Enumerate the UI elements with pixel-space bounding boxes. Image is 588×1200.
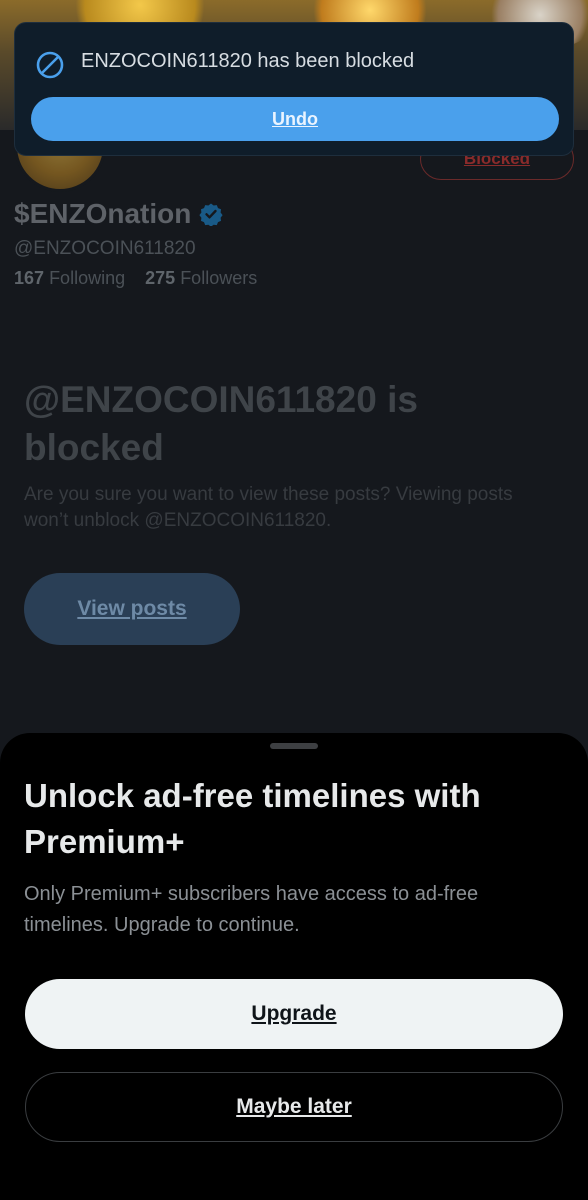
blocked-circle-icon [36,51,64,79]
sheet-description: Only Premium+ subscribers have access to… [24,883,479,936]
toast-message: ENZOCOIN611820 has been blocked [81,50,415,72]
maybe-later-button[interactable]: Maybe later [25,1072,563,1142]
verified-badge-icon [199,203,223,226]
following-link[interactable]: 167 Following [14,268,125,288]
blocked-description: Are you sure you want to view these post… [24,484,513,531]
followers-link[interactable]: 275 Followers [145,268,257,288]
blocked-toast: ENZOCOIN611820 has been blocked Undo [14,22,574,156]
followers-label: Followers [180,268,258,288]
upgrade-button[interactable]: Upgrade [25,979,563,1049]
view-posts-button[interactable]: View posts [24,573,240,645]
follow-stats: 167 Following 275 Followers [14,268,257,289]
sheet-title: Unlock ad-free timelines with Premium+ [24,777,481,860]
following-label: Following [49,268,126,288]
profile-handle: @ENZOCOIN611820 [14,238,196,259]
blocked-title: @ENZOCOIN611820 is blocked [24,379,418,468]
followers-count: 275 [145,268,176,288]
sheet-drag-handle[interactable] [270,743,318,749]
undo-button[interactable]: Undo [31,97,559,141]
profile-name-row: $ENZOnation [14,198,223,230]
premium-bottom-sheet: Unlock ad-free timelines with Premium+ O… [0,733,588,1200]
display-name: $ENZOnation [14,198,192,229]
following-count: 167 [14,268,45,288]
